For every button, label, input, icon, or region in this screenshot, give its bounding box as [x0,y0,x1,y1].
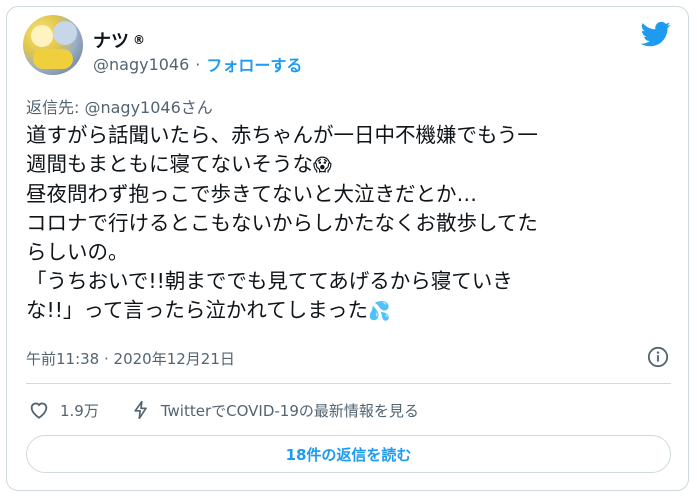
handle-row: @nagy1046 · フォローする [93,52,302,76]
tweet-line: 週間もまともに寝てないそうな😱 [26,150,666,180]
sweat-emoji: 💦 [367,301,391,322]
separator-dot: · [195,54,201,74]
tweet-line: 「うちおいで!!朝まででも見ててあげるから寝ていき [26,269,513,293]
tweet-line: らしいの。 [26,240,129,264]
tweet-line-text: 週間もまともに寝てないそうな [26,152,313,176]
tweet-line: な!!」って言ったら泣かれてしまった💦 [26,296,666,326]
covid-info-link[interactable]: TwitterでCOVID-19の最新情報を見る [131,399,419,421]
tweet-timestamp[interactable]: 午前11:38 · 2020年12月21日 [26,348,235,369]
like-count: 1.9万 [60,401,99,420]
user-handle[interactable]: @nagy1046 [93,55,189,74]
follow-link[interactable]: フォローする [206,52,302,76]
like-button[interactable]: 1.9万 [28,399,99,421]
reply-to-label: 返信先: @nagy1046さん [26,98,213,117]
info-icon[interactable] [647,346,669,368]
tweet-line-text: な!!」って言ったら泣かれてしまった [26,298,368,322]
display-name[interactable]: ナツ [93,27,129,53]
tweet-line: 昼夜問わず抱っこで歩きてないと大泣きだとか… [26,182,477,206]
action-bar: 1.9万 TwitterでCOVID-19の最新情報を見る [28,399,419,421]
lightning-icon [134,400,147,420]
heart-icon [30,402,48,419]
tweet-body: 道すがら話聞いたら、赤ちゃんが一日中不機嫌でもう一 週間もまともに寝てないそうな… [26,121,666,326]
covid-info-label: TwitterでCOVID-19の最新情報を見る [160,401,419,420]
avatar[interactable] [23,15,83,75]
divider [26,383,671,384]
read-replies-button[interactable]: 18件の返信を読む [26,435,671,473]
twitter-bird-icon[interactable] [641,19,671,49]
tweet-line: コロナで行けるとこもないからしかたなくお散歩してた [26,211,538,235]
tweet-line: 道すがら話聞いたら、赤ちゃんが一日中不機嫌でもう一 [26,123,538,147]
author-name-row[interactable]: ナツ ® [93,27,145,53]
registered-badge: ® [133,33,145,47]
scream-emoji: 😱 [313,155,332,176]
